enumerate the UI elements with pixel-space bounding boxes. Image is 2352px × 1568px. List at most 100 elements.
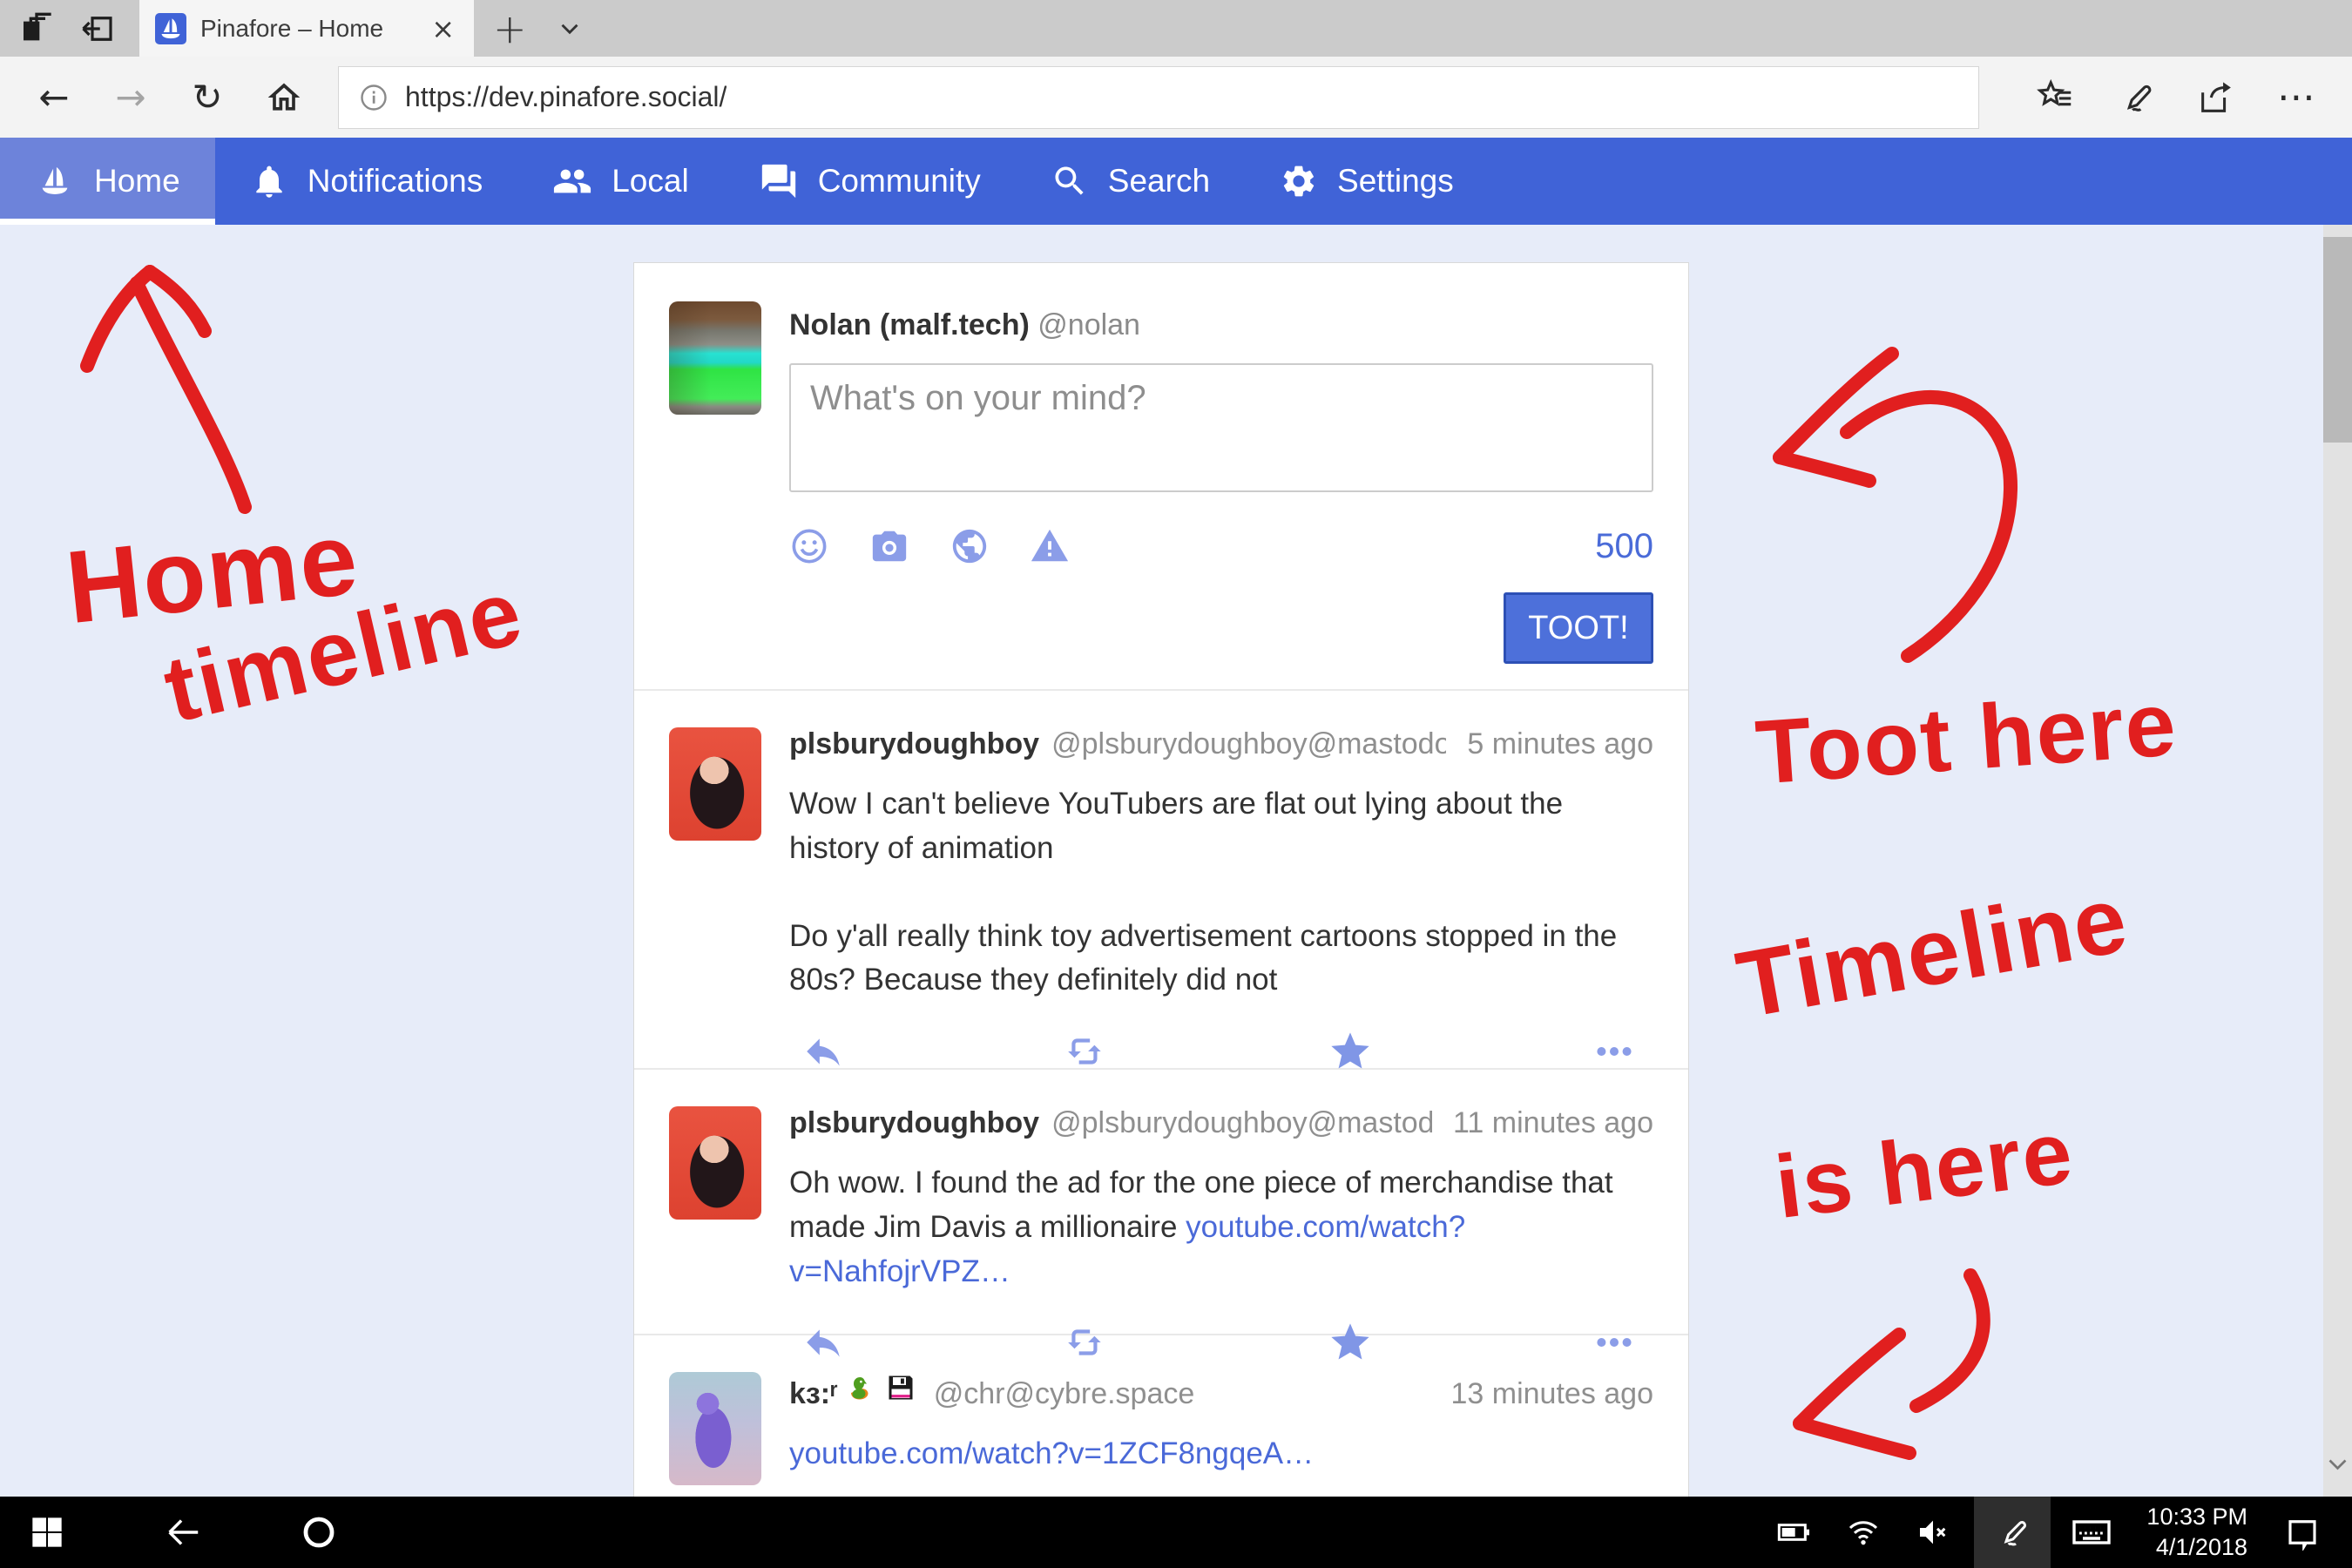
post-handle[interactable]: @plsburydoughboy@mastodon.so… <box>1051 727 1446 761</box>
windows-start-icon[interactable] <box>21 1497 73 1568</box>
compose-display-name[interactable]: Nolan (malf.tech) <box>789 308 1030 341</box>
browser-home-icon[interactable] <box>246 63 322 132</box>
volume-muted-icon[interactable] <box>1904 1497 1962 1568</box>
action-center-icon[interactable] <box>2274 1497 2331 1568</box>
content-warning-icon[interactable] <box>1030 526 1070 566</box>
compose-handle: @nolan <box>1037 308 1140 341</box>
avatar[interactable] <box>669 727 761 841</box>
camera-icon[interactable] <box>869 526 909 566</box>
char-count: 500 <box>1595 527 1653 566</box>
boost-icon[interactable] <box>1064 1321 1108 1364</box>
new-tab-icon[interactable]: + <box>474 0 546 57</box>
touch-keyboard-icon[interactable] <box>2063 1497 2120 1568</box>
post-display-name[interactable]: plsburydoughboy <box>789 727 1039 761</box>
battery-icon[interactable] <box>1765 1497 1822 1568</box>
nav-label: Notifications <box>308 163 483 199</box>
post-content: kз:ʳ @chr@cybre.space 13 minutes ago you… <box>789 1372 1653 1497</box>
annotation-timeline-line2: is here <box>1770 1101 2079 1239</box>
post-actions <box>789 1490 1653 1497</box>
post-display-name[interactable]: kз:ʳ <box>789 1377 838 1411</box>
nav-item-local[interactable]: Local <box>517 138 723 225</box>
arrow-to-compose <box>1780 354 2011 656</box>
compose-account-line: Nolan (malf.tech) @nolan <box>789 308 1653 342</box>
post-body: youtube.com/watch?v=1ZCF8ngqeA… <box>789 1432 1653 1477</box>
post-display-name[interactable]: plsburydoughboy <box>789 1106 1039 1140</box>
close-tab-icon[interactable]: × <box>428 15 458 43</box>
pen-icon[interactable] <box>1974 1497 2051 1568</box>
screen: Pinafore – Home × + ← → ↻ https://dev.pi… <box>0 0 2352 1568</box>
nav-item-notifications[interactable]: Notifications <box>215 138 518 225</box>
favorite-star-icon[interactable] <box>1328 1320 1373 1365</box>
nav-item-settings[interactable]: Settings <box>1245 138 1489 225</box>
dragon-emoji-icon <box>843 1372 875 1403</box>
nav-item-search[interactable]: Search <box>1016 138 1245 225</box>
emoji-icon[interactable] <box>789 526 829 566</box>
page-scrollbar[interactable] <box>2323 225 2352 1497</box>
set-tabs-aside-icon[interactable] <box>80 10 117 47</box>
annotation-toot-here: Toot here <box>1753 672 2180 805</box>
post-link[interactable]: youtube.com/watch?v=1ZCF8ngqeA… <box>789 1436 1314 1470</box>
favorites-hub-icon[interactable] <box>2016 63 2096 132</box>
page-viewport: Home Notifications Local Community Searc… <box>0 138 2352 1497</box>
site-info-icon[interactable] <box>358 82 389 113</box>
annotation-timeline-word: timeline <box>155 559 532 744</box>
nav-item-community[interactable]: Community <box>724 138 1016 225</box>
favorite-star-icon[interactable] <box>1328 1029 1373 1074</box>
share-icon[interactable] <box>2176 63 2256 132</box>
more-icon[interactable] <box>1592 1030 1636 1073</box>
avatar[interactable] <box>669 1372 761 1485</box>
compose-box: Nolan (malf.tech) @nolan <box>634 263 1688 689</box>
pinafore-favicon-icon <box>155 13 186 44</box>
taskbar-clock[interactable]: 10:33 PM 4/1/2018 <box>2132 1502 2261 1563</box>
clock-time: 10:33 PM <box>2146 1502 2247 1532</box>
boost-icon[interactable] <box>1064 1030 1108 1073</box>
tabs-set-aside-list-icon[interactable] <box>19 11 54 46</box>
back-icon[interactable]: ← <box>16 63 92 132</box>
gear-icon <box>1280 162 1318 200</box>
browser-tab[interactable]: Pinafore – Home × <box>139 0 474 57</box>
browser-tab-bar: Pinafore – Home × + <box>0 0 2352 57</box>
compose-right: Nolan (malf.tech) @nolan <box>789 301 1653 689</box>
bell-icon <box>250 162 288 200</box>
reply-icon[interactable] <box>801 1321 845 1364</box>
windows-taskbar: 10:33 PM 4/1/2018 <box>0 1497 2352 1568</box>
post-body: Wow I can't believe YouTubers are flat o… <box>789 782 1653 1003</box>
reply-icon[interactable] <box>801 1030 845 1073</box>
taskbar-back-icon[interactable] <box>157 1497 209 1568</box>
post-actions <box>789 1294 1653 1365</box>
tab-title: Pinafore – Home <box>200 15 414 43</box>
post-paragraph: youtube.com/watch?v=1ZCF8ngqeA… <box>789 1432 1653 1477</box>
address-bar[interactable]: https://dev.pinafore.social/ <box>338 66 1979 129</box>
arrow-to-timeline <box>1800 1275 1984 1453</box>
arrow-to-home <box>87 272 245 507</box>
magnifier-icon <box>1051 162 1089 200</box>
compose-input[interactable] <box>789 363 1653 492</box>
cortana-icon[interactable] <box>293 1497 345 1568</box>
nav-item-home[interactable]: Home <box>0 138 215 225</box>
nav-label: Home <box>94 163 180 199</box>
post-handle[interactable]: @plsburydoughboy@mastodon.s… <box>1051 1106 1432 1140</box>
globe-icon[interactable] <box>950 526 990 566</box>
toot-button[interactable]: TOOT! <box>1504 592 1653 664</box>
post-header: kз:ʳ @chr@cybre.space 13 minutes ago <box>789 1372 1653 1411</box>
post-timestamp: 13 minutes ago <box>1430 1377 1654 1411</box>
scrollbar-down-icon[interactable] <box>2326 1456 2349 1477</box>
scrollbar-thumb[interactable] <box>2323 237 2352 443</box>
web-note-ink-icon[interactable] <box>2096 63 2176 132</box>
forward-icon[interactable]: → <box>92 63 169 132</box>
avatar[interactable] <box>669 1106 761 1220</box>
post-content: plsburydoughboy @plsburydoughboy@mastodo… <box>789 727 1653 1035</box>
annotation-timeline-line1: Timeline <box>1729 863 2136 1039</box>
more-icon[interactable] <box>1592 1321 1636 1364</box>
wifi-icon[interactable] <box>1835 1497 1892 1568</box>
toot-row: TOOT! <box>789 592 1653 664</box>
post: plsburydoughboy @plsburydoughboy@mastodo… <box>634 1068 1688 1334</box>
nav-label: Settings <box>1337 163 1454 199</box>
speech-bubbles-icon <box>759 161 799 201</box>
post-paragraph: Oh wow. I found the ad for the one piece… <box>789 1161 1653 1294</box>
post-handle[interactable]: @chr@cybre.space <box>934 1377 1195 1411</box>
more-options-icon[interactable]: ⋯ <box>2256 63 2336 132</box>
avatar[interactable] <box>669 301 761 415</box>
refresh-icon[interactable]: ↻ <box>169 63 246 132</box>
tab-list-chevron-icon[interactable] <box>546 0 593 57</box>
